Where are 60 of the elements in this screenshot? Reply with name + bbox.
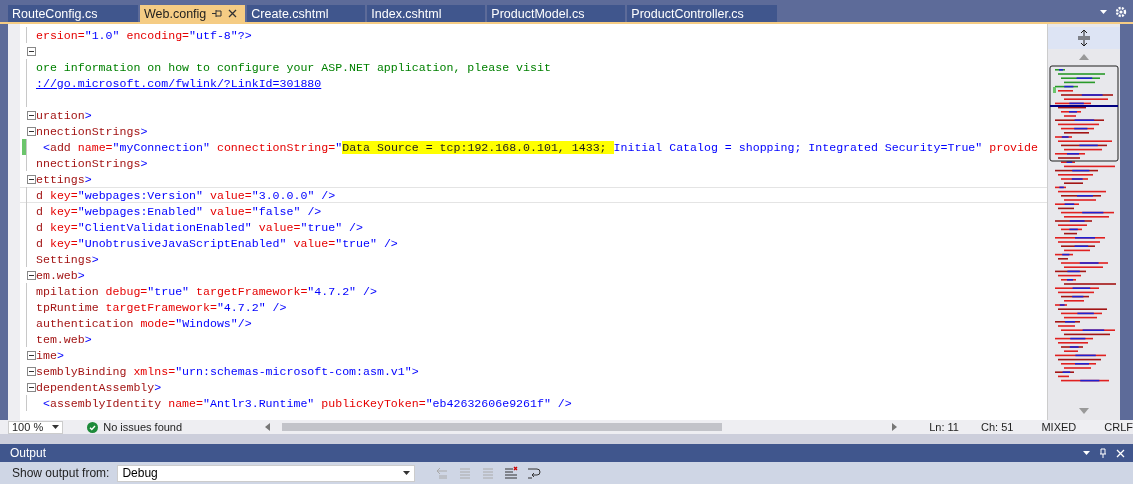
collapse-icon[interactable]: [26, 382, 36, 392]
code-line: tem.web>: [36, 332, 92, 346]
output-source-dropdown[interactable]: Debug: [117, 464, 416, 482]
collapse-icon[interactable]: [26, 126, 36, 136]
collapse-icon[interactable]: [26, 350, 36, 360]
code-line: ://go.microsoft.com/fwlink/?LinkId=301880: [36, 76, 322, 90]
code-line: semblyBinding xmlns="urn:schemas-microsoft-com:asm.v1">: [36, 364, 419, 378]
split-button[interactable]: [1048, 27, 1120, 49]
file-tab[interactable]: Web.config: [140, 5, 246, 22]
caret-icon: [52, 425, 60, 429]
collapse-icon[interactable]: [26, 174, 36, 184]
column-number: Ch: 51: [981, 421, 1014, 433]
code-line: dependentAssembly>: [36, 380, 162, 394]
panel-title: Output: [10, 446, 48, 460]
line-number: Ln: 11: [929, 421, 959, 433]
word-wrap-icon[interactable]: [527, 466, 542, 480]
code-line: nnectionStrings>: [36, 124, 148, 138]
close-icon[interactable]: [228, 9, 238, 18]
status-text: No issues found: [103, 421, 183, 433]
line-ending-label[interactable]: CRLF: [1104, 421, 1133, 433]
split-icon: [1078, 30, 1090, 46]
collapse-icon[interactable]: [26, 46, 36, 56]
file-tab[interactable]: Index.cshtml: [367, 5, 486, 22]
code-line: d key="webpages:Version" value="3.0.0.0" />: [36, 188, 336, 202]
clear-all-icon[interactable]: [504, 466, 519, 480]
code-line: Settings>: [36, 252, 99, 266]
code-line: uration>: [36, 108, 92, 122]
encoding-label[interactable]: MIXED: [1041, 421, 1077, 433]
collapse-icon[interactable]: [26, 110, 36, 120]
code-line: em.web>: [36, 268, 85, 282]
zoom-dropdown[interactable]: 100 %: [8, 420, 64, 434]
code-line: d key="UnobtrusiveJavaScriptEnabled" value="true" />: [36, 236, 398, 250]
caret-icon: [403, 471, 411, 475]
code-line: <add name="myConnection" connectionString="Data Source = tcp:192.168.0.101, 1433; Initial Catalog = shopping; Integrated Security=True" provide: [41, 140, 1038, 154]
code-line: d key="ClientValidationEnabled" value="true" />: [36, 220, 364, 234]
code-line: mpilation debug="true" targetFramework="4.7.2" />: [36, 284, 377, 298]
collapse-icon[interactable]: [26, 270, 36, 280]
caret-icon: [1100, 10, 1107, 14]
code-line: ersion="1.0" encoding="utf-8"?>: [36, 28, 252, 42]
code-line: tpRuntime targetFramework="4.7.2" />: [36, 300, 287, 314]
check-icon: [87, 421, 99, 433]
file-tab[interactable]: ProductModel.cs: [487, 5, 626, 22]
caret-icon: [1083, 451, 1090, 455]
pin-icon[interactable]: [212, 9, 223, 18]
code-line: authentication mode="Windows"/>: [36, 316, 252, 330]
code-line: ime>: [36, 348, 64, 362]
field-label: Show output from:: [12, 466, 110, 480]
settings-icon[interactable]: [1115, 6, 1127, 18]
file-tab[interactable]: RouteConfig.cs: [8, 5, 138, 22]
file-tab[interactable]: Create.cshtml: [247, 5, 366, 22]
code-line: ettings>: [36, 172, 92, 186]
code-line: ore information on how to configure your ASP.NET application, please visit: [36, 60, 551, 74]
scrollbar-thumb[interactable]: [282, 423, 723, 431]
scroll-left-icon[interactable]: [265, 423, 271, 431]
code-line: d key="webpages:Enabled" value="false" />: [36, 204, 322, 218]
scroll-right-icon[interactable]: [892, 423, 898, 431]
code-line: <assemblyIdentity name="Antlr3.Runtime" publicKeyToken="eb42632606e9261f" />: [41, 396, 572, 410]
file-tab[interactable]: ProductController.cs: [627, 5, 778, 22]
code-line: nnectionStrings>: [36, 156, 148, 170]
collapse-icon[interactable]: [26, 366, 36, 376]
